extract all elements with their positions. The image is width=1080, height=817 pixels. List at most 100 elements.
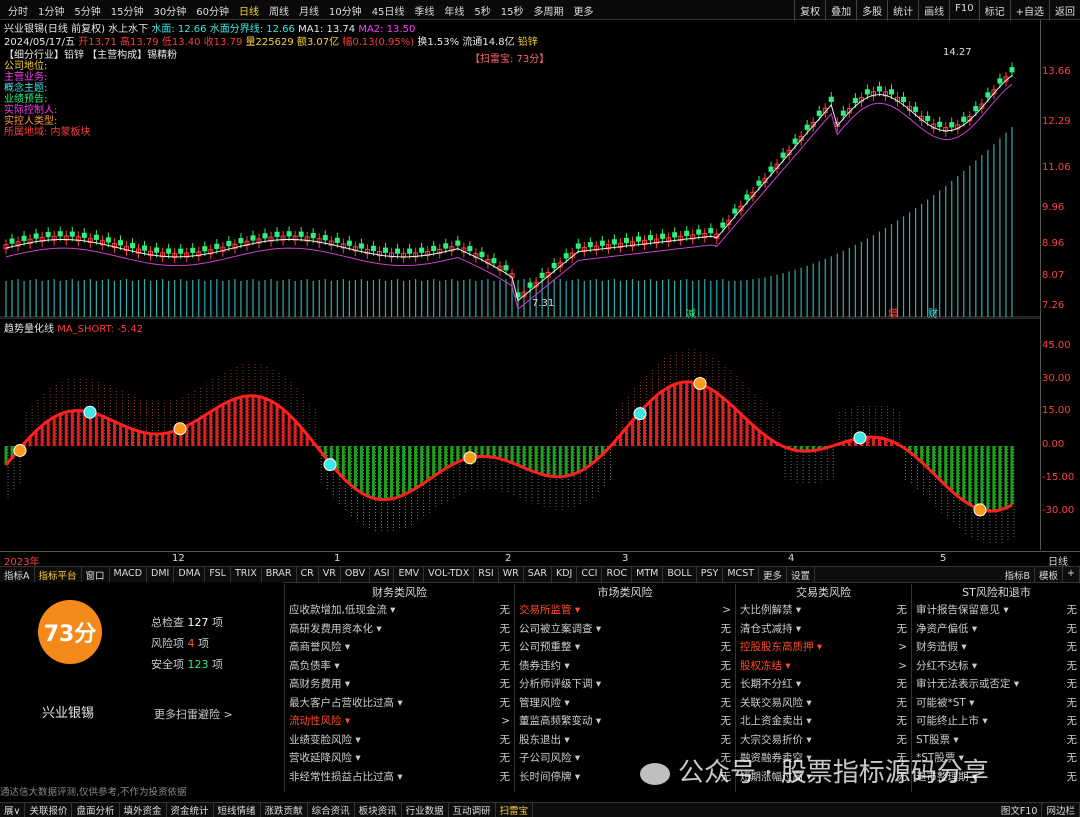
indicator-tab[interactable]: FSL: [205, 567, 231, 582]
indicator-tab-right[interactable]: 模板: [1035, 567, 1064, 582]
period-tab[interactable]: 5分钟: [70, 3, 104, 18]
indicator-tab[interactable]: MCST: [723, 567, 760, 582]
risk-row[interactable]: 长期不分红 ▾ 无: [736, 675, 911, 694]
indicator-tab[interactable]: 指标平台: [35, 567, 82, 582]
bottom-tab[interactable]: 短线情绪: [214, 803, 261, 817]
risk-row[interactable]: 财务造假 ▾ 无: [912, 638, 1080, 657]
indicator-tab[interactable]: WR: [499, 567, 524, 582]
risk-row[interactable]: 交易所监管 ▾ >: [515, 601, 735, 620]
bottom-tab[interactable]: 盘面分析: [72, 803, 120, 817]
bottom-tab[interactable]: 展∨: [0, 803, 26, 817]
indicator-tab[interactable]: DMA: [174, 567, 206, 582]
risk-row[interactable]: 董监高频繁变动 ▾ 无: [515, 712, 735, 731]
toolbar-button[interactable]: 画线: [918, 0, 949, 21]
risk-row[interactable]: 北上资金卖出 ▾ 无: [736, 712, 911, 731]
period-tab[interactable]: 日线: [235, 3, 263, 18]
risk-row[interactable]: 债券违约 ▾ 无: [515, 657, 735, 676]
risk-row[interactable]: 高负债率 ▾ 无: [285, 657, 514, 676]
period-tab[interactable]: 15分钟: [107, 3, 148, 18]
period-tab[interactable]: 5秒: [470, 3, 494, 18]
period-tab[interactable]: 分时: [4, 3, 32, 18]
toolbar-button[interactable]: 统计: [887, 0, 918, 21]
bottom-tab[interactable]: 行业数据: [402, 803, 449, 817]
indicator-tab[interactable]: BOLL: [663, 567, 697, 582]
risk-row[interactable]: 高财务费用 ▾ 无: [285, 675, 514, 694]
indicator-tab[interactable]: OBV: [341, 567, 371, 582]
indicator-tab[interactable]: ASI: [370, 567, 395, 582]
indicator-tab[interactable]: RSI: [474, 567, 499, 582]
bottom-tab-right[interactable]: 图文F10: [997, 803, 1043, 817]
toolbar-button[interactable]: 叠加: [825, 0, 856, 21]
indicator-tab[interactable]: MACD: [110, 567, 148, 582]
risk-row[interactable]: 审计无法表示或否定 ▾ 无: [912, 675, 1080, 694]
risk-row[interactable]: 业绩变脸风险 ▾ 无: [285, 731, 514, 750]
period-tab[interactable]: 多周期: [530, 3, 568, 18]
indicator-tab[interactable]: SAR: [524, 567, 553, 582]
toolbar-button[interactable]: 复权: [794, 0, 825, 21]
indicator-tab[interactable]: DMI: [147, 567, 175, 582]
trend-oscillator-chart[interactable]: [0, 318, 1040, 551]
risk-row[interactable]: 关联交易风险 ▾ 无: [736, 694, 911, 713]
bottom-tab[interactable]: 涨跌贡献: [261, 803, 308, 817]
risk-row[interactable]: 审计报告保留意见 ▾ 无: [912, 601, 1080, 620]
period-tab[interactable]: 季线: [410, 3, 438, 18]
toolbar-button[interactable]: 返回: [1049, 0, 1080, 21]
period-tab[interactable]: 周线: [265, 3, 293, 18]
indicator-tab[interactable]: PSY: [697, 567, 724, 582]
risk-row[interactable]: 最大客户占营收比过高 ▾ 无: [285, 694, 514, 713]
bottom-tab[interactable]: 填外资金: [120, 803, 167, 817]
indicator-tab[interactable]: VOL-TDX: [424, 567, 475, 582]
bottom-tab[interactable]: 资金统计: [167, 803, 214, 817]
bottom-tab[interactable]: 综合资讯: [308, 803, 355, 817]
period-tab[interactable]: 45日线: [368, 3, 409, 18]
risk-row[interactable]: 公司被立案调查 ▾ 无: [515, 620, 735, 639]
period-tab[interactable]: 月线: [295, 3, 323, 18]
risk-row[interactable]: 净资产偏低 ▾ 无: [912, 620, 1080, 639]
indicator-tab[interactable]: CR: [297, 567, 319, 582]
period-tab[interactable]: 15秒: [497, 3, 528, 18]
indicator-tab[interactable]: 窗口: [82, 567, 110, 582]
risk-row[interactable]: 流动性风险 ▾ >: [285, 712, 514, 731]
bottom-tab[interactable]: 板块资讯: [355, 803, 402, 817]
risk-row[interactable]: ST股票 ▾ 无: [912, 731, 1080, 750]
period-tab[interactable]: 10分钟: [325, 3, 366, 18]
risk-row[interactable]: 公司预重整 ▾ 无: [515, 638, 735, 657]
risk-row[interactable]: 管理风险 ▾ 无: [515, 694, 735, 713]
risk-row[interactable]: 大宗交易折价 ▾ 无: [736, 731, 911, 750]
bottom-tab[interactable]: 关联报价: [25, 803, 73, 817]
risk-row[interactable]: 高商誉风险 ▾ 无: [285, 638, 514, 657]
indicator-tab[interactable]: VR: [319, 567, 341, 582]
toolbar-button[interactable]: 多股: [856, 0, 887, 21]
toolbar-button[interactable]: 标记: [978, 0, 1010, 21]
risk-row[interactable]: 控股股东高质押 ▾ >: [736, 638, 911, 657]
more-scan-link[interactable]: 更多扫雷避险 >: [154, 706, 233, 722]
indicator-tab[interactable]: 指标A: [0, 567, 35, 582]
indicator-tab[interactable]: MTM: [632, 567, 664, 582]
indicator-tab[interactable]: CCI: [577, 567, 603, 582]
indicator-tab[interactable]: 设置: [787, 567, 816, 582]
indicator-tab[interactable]: KDJ: [552, 567, 578, 582]
indicator-tab[interactable]: 更多: [759, 567, 788, 582]
bottom-tab[interactable]: 扫雷宝: [496, 803, 534, 817]
risk-row[interactable]: 非经常性损益占比过高 ▾ 无: [285, 768, 514, 787]
toolbar-button[interactable]: +自选: [1009, 0, 1049, 21]
risk-row[interactable]: 营收延降风险 ▾ 无: [285, 749, 514, 768]
indicator-tab[interactable]: EMV: [394, 567, 425, 582]
risk-row[interactable]: 应收款增加,低现金流 ▾ 无: [285, 601, 514, 620]
risk-row[interactable]: 可能终止上市 ▾ 无: [912, 712, 1080, 731]
risk-row[interactable]: 分红不达标 ▾ 无: [912, 657, 1080, 676]
bottom-tab-right[interactable]: 网边栏: [1042, 803, 1080, 817]
period-tab[interactable]: 1分钟: [34, 3, 68, 18]
risk-row[interactable]: 股东退出 ▾ 无: [515, 731, 735, 750]
risk-row[interactable]: 可能被*ST ▾ 无: [912, 694, 1080, 713]
period-tab[interactable]: 更多: [570, 3, 598, 18]
indicator-tab-right[interactable]: +: [1063, 567, 1080, 582]
indicator-tab[interactable]: TRIX: [231, 567, 262, 582]
risk-row[interactable]: 股权冻结 ▾ >: [736, 657, 911, 676]
risk-row[interactable]: 大比例解禁 ▾ 无: [736, 601, 911, 620]
scan-score-badge[interactable]: 【扫雷宝: 73分】: [470, 50, 549, 65]
risk-row[interactable]: 清仓式减持 ▾ 无: [736, 620, 911, 639]
toolbar-button[interactable]: F10: [949, 0, 978, 21]
risk-row[interactable]: 分析师评级下调 ▾ 无: [515, 675, 735, 694]
indicator-tab-right[interactable]: 指标B: [1000, 567, 1036, 582]
